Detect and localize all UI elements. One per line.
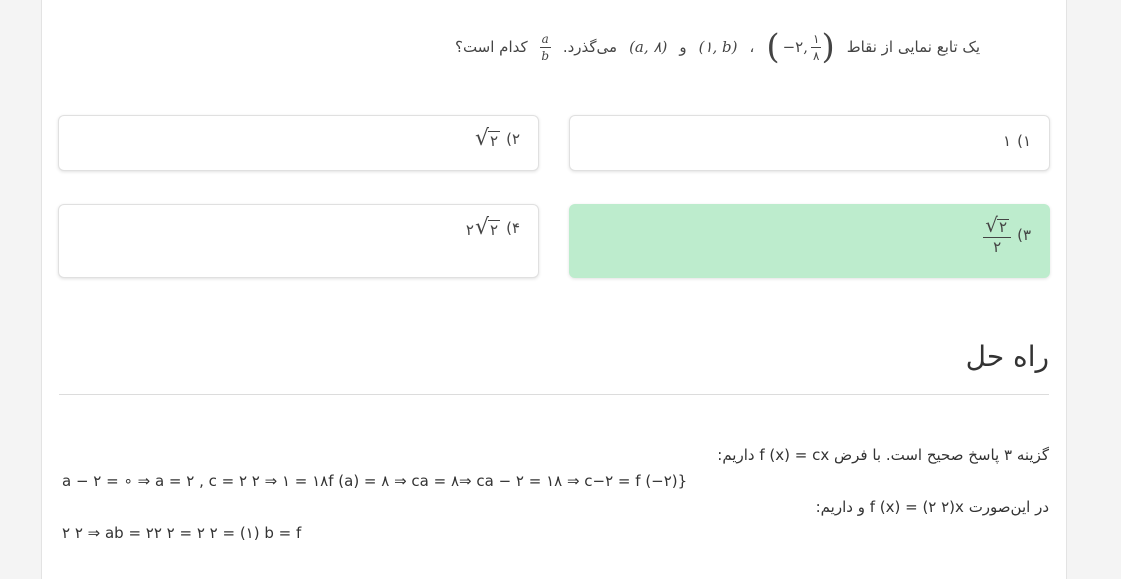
solution-divider [59,394,1049,395]
solution-line-2: a − ۲ = ∘ ⇒ a = ۲ , c = ۲ ۲ ⇒ ۱ = ۱۸f (a… [62,472,688,490]
question-prefix: یک تابع نمایی از نقاط [846,38,980,56]
point-1-fraction: ۱ ۸ [810,31,822,63]
option-1-value: ۱ [1003,132,1012,150]
option-3-label: ۳) √ ۲ ۲ [983,215,1031,255]
option-3-radicand: ۲ [997,218,1010,236]
point-3: (a, ۸) [629,38,668,56]
option-4-label: ۴) ۲ √ ۲ [465,215,520,240]
option-4[interactable]: ۴) ۲ √ ۲ [58,204,539,278]
separator: ، [749,38,755,56]
sqrt-icon: √ [474,126,490,151]
option-3[interactable]: ۳) √ ۲ ۲ [569,204,1050,278]
option-2-sqrt: √ ۲ [474,126,501,151]
option-3-num-wrap: √ ۲ [983,215,1012,238]
point-1-num: ۱ [810,31,822,48]
solution-line-3: در این‌صورت f (x) = (۲ ۲)x و داریم: [815,498,1049,516]
solution-title: راه حل [965,340,1049,373]
ratio-den: b [541,48,550,63]
option-2-number: ۲) [506,130,520,148]
and-word: و [679,38,687,56]
paren-open: ( [766,27,780,67]
solution-line-4: ۲ ۲ ⇒ ab = ۲۲ ۲ = ۲ ۲ = (۱) b = f [62,524,302,542]
option-2-label: ۲) √ ۲ [474,126,520,151]
option-2[interactable]: ۲) √ ۲ [58,115,539,171]
option-3-fraction: √ ۲ ۲ [983,215,1012,256]
paren-close: ) [821,27,835,67]
point-1-x: −۲, [782,38,808,56]
option-4-radicand: ۲ [488,220,501,239]
option-1-label: ۱) ۱ [1003,132,1031,150]
point-1: ( −۲, ۱ ۸ ) [766,30,834,64]
ratio-fraction: a b [539,31,551,63]
solution-line-1: گزینه ۳ پاسخ صحیح است. با فرض f (x) = cx… [717,446,1049,464]
option-4-number: ۴) [506,219,520,237]
sqrt-icon: √ [474,215,490,240]
point-1-den: ۸ [812,48,820,63]
option-4-expr: ۲ √ ۲ [465,215,501,240]
option-3-sqrt: √ ۲ [985,215,1010,236]
option-3-number: ۳) [1017,226,1031,244]
question-card: یک تابع نمایی از نقاط ( −۲, ۱ ۸ ) ، (۱, … [41,0,1067,579]
option-3-den: ۲ [993,238,1002,256]
option-2-radicand: ۲ [488,131,501,150]
option-1-number: ۱) [1017,132,1031,150]
passes-word: می‌گذرد. [562,38,618,56]
option-1[interactable]: ۱) ۱ [569,115,1050,171]
point-2: (۱, b) [698,38,738,56]
question-text: یک تابع نمایی از نقاط ( −۲, ۱ ۸ ) ، (۱, … [455,30,980,64]
ratio-num: a [539,31,551,48]
question-suffix: کدام است؟ [454,38,528,56]
option-4-coef: ۲ [465,221,474,239]
